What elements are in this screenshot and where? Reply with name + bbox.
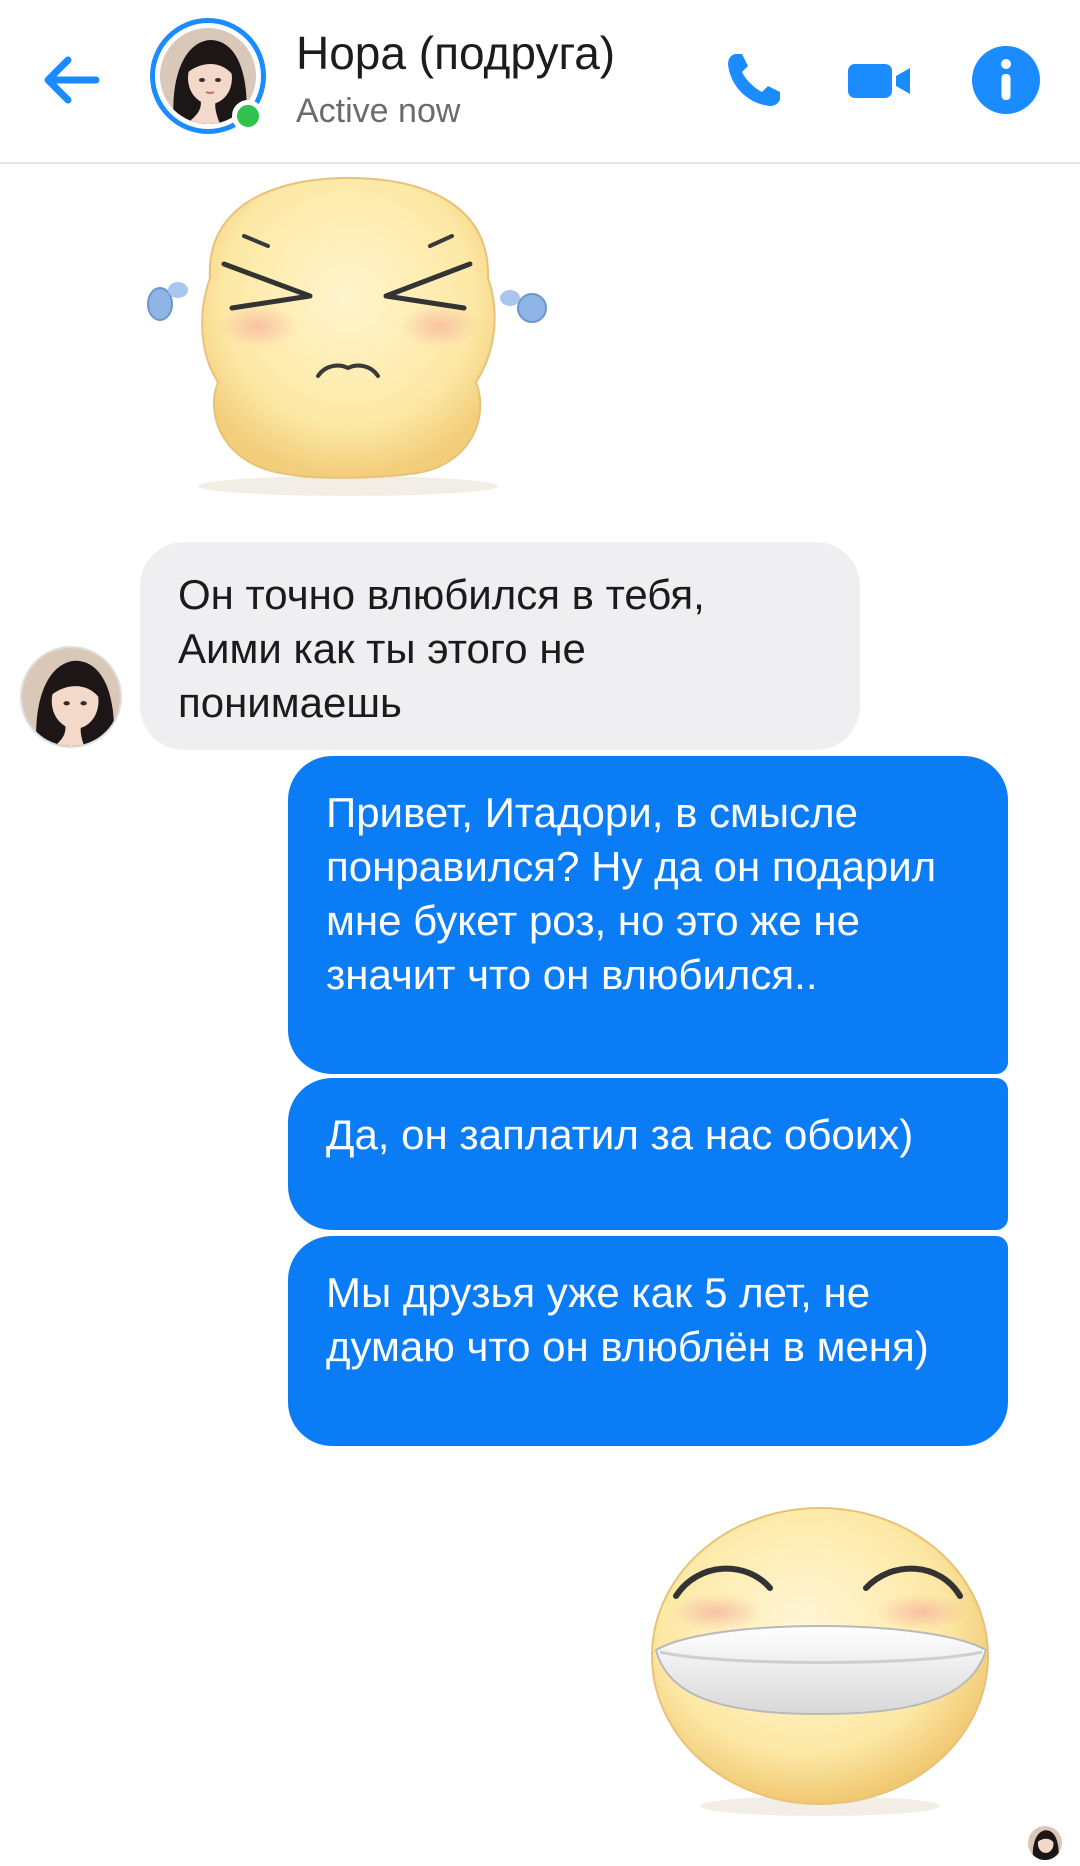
outgoing-message-bubble[interactable]: Мы друзья уже как 5 лет, не думаю что он… <box>288 1236 1008 1446</box>
chat-header: Нора (подруга) Active now <box>0 0 1080 164</box>
sender-avatar-image <box>22 648 120 746</box>
outgoing-message-bubble[interactable]: Да, он заплатил за нас обоих) <box>288 1078 1008 1230</box>
message-text: Мы друзья уже как 5 лет, не думаю что он… <box>326 1269 929 1370</box>
message-text: Да, он заплатил за нас обоих) <box>326 1111 914 1158</box>
online-status-dot <box>232 100 264 132</box>
incoming-message-bubble[interactable]: Он точно влюбился в тебя, Аими как ты эт… <box>140 542 860 750</box>
contact-name[interactable]: Нора (подруга) <box>296 26 615 80</box>
arrow-left-icon[interactable] <box>36 44 108 116</box>
crying-squint-emoji-sticker[interactable] <box>140 168 550 498</box>
message-text: Привет, Итадори, в смысле понравился? Ну… <box>326 789 937 998</box>
active-status: Active now <box>296 92 461 130</box>
outgoing-message-bubble[interactable]: Привет, Итадори, в смысле понравился? Ну… <box>288 756 1008 1074</box>
read-receipt-avatar <box>1028 1826 1062 1860</box>
message-text: Он точно влюбился в тебя, Аими как ты эт… <box>178 571 705 726</box>
info-icon[interactable] <box>966 40 1046 120</box>
phone-icon[interactable] <box>714 40 794 120</box>
laughing-grin-emoji-sticker[interactable] <box>620 1500 1040 1820</box>
sender-avatar[interactable] <box>20 646 122 748</box>
video-camera-icon[interactable] <box>840 40 920 120</box>
read-receipt-image <box>1028 1826 1062 1860</box>
